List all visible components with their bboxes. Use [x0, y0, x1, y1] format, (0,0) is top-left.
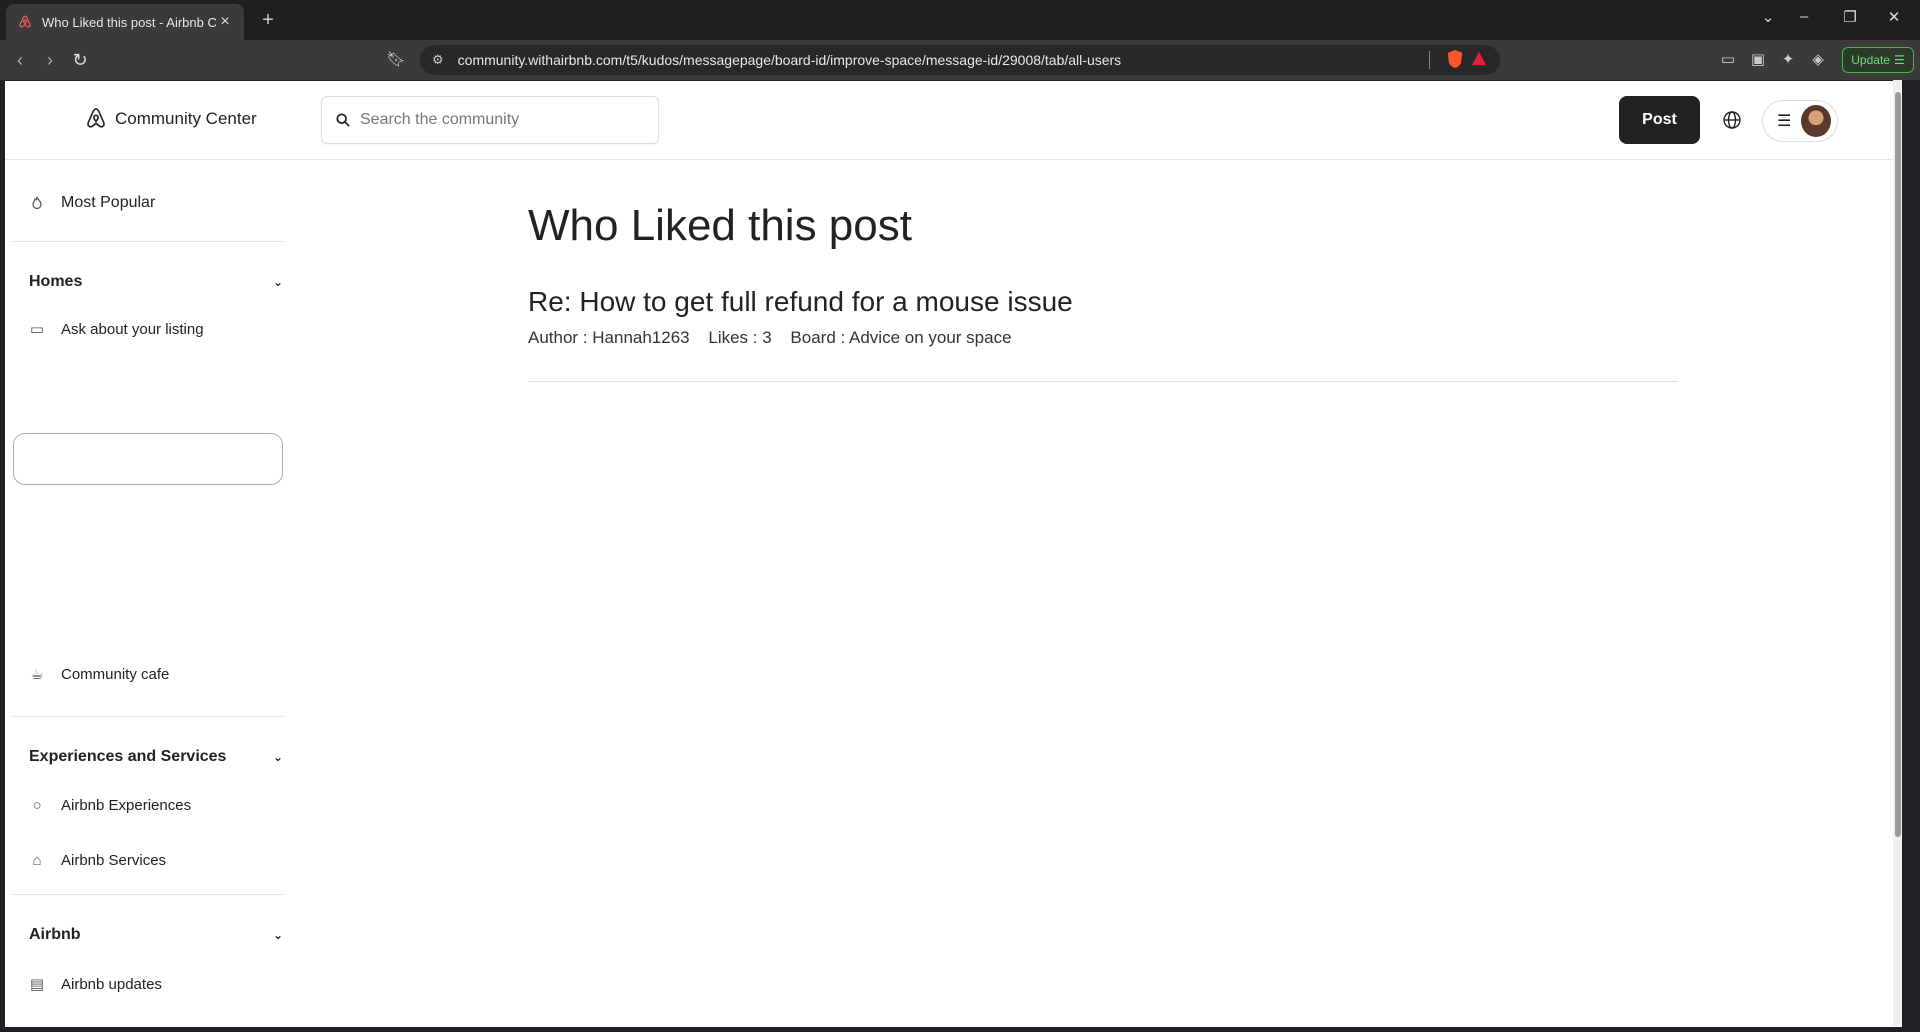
user-menu-button[interactable]: ☰: [1762, 100, 1838, 142]
page-scrollbar-thumb[interactable]: [1895, 92, 1901, 837]
post-meta: Author : Hannah1263 Likes : 3 Board : Ad…: [528, 328, 1026, 348]
sidebar-section-airbnb[interactable]: Airbnb ⌄: [29, 920, 283, 950]
sidebar-divider: [13, 716, 283, 717]
divider: [1429, 51, 1430, 69]
site-settings-icon[interactable]: ⚙︎: [432, 52, 444, 68]
sidebar-item-airbnb-updates[interactable]: ▤ Airbnb updates: [13, 958, 283, 1010]
sidebar-toggle-icon[interactable]: ▭: [1718, 50, 1738, 70]
likes-count: Likes : 3: [708, 328, 772, 347]
browser-tab[interactable]: Who Liked this post - Airbnb Co ×: [6, 4, 244, 40]
browser-tabbar: Who Liked this post - Airbnb Co × + ⌄ – …: [0, 0, 1920, 40]
service-icon: ⌂: [32, 851, 42, 869]
sidebar-item-community-cafe[interactable]: ☕︎ Community cafe: [13, 648, 283, 700]
chevron-down-icon: ⌄: [272, 928, 283, 942]
flame-icon: [29, 195, 45, 211]
search-input[interactable]: Search the community: [321, 96, 659, 144]
sidebar-item-ask-listing[interactable]: ▭ Ask about your listing: [13, 303, 283, 355]
sidebar-section-experiences[interactable]: Experiences and Services ⌄: [29, 742, 283, 772]
new-tab-icon[interactable]: +: [256, 8, 280, 32]
sidebar-item-most-popular[interactable]: Most Popular: [13, 177, 283, 229]
back-icon[interactable]: ‹: [8, 48, 32, 72]
listing-icon: ▭: [29, 321, 45, 338]
balloon-icon: ○: [32, 796, 42, 814]
search-icon: [336, 113, 350, 127]
post-button[interactable]: Post: [1619, 96, 1700, 144]
bookmark-icon[interactable]: 🔖︎: [384, 48, 408, 72]
leo-ai-icon[interactable]: ✦: [1778, 50, 1798, 70]
sidebar-item-airbnb-experiences[interactable]: ○ Airbnb Experiences: [13, 779, 283, 831]
site-header: Community Center Search the community Po…: [5, 81, 1902, 160]
tab-search-icon[interactable]: ⌄: [1756, 8, 1780, 26]
menu-icon: ☰: [1893, 53, 1905, 67]
browser-toolbar: ‹ › ↻ 🔖︎ ⚙︎ community.withairbnb.com/t5/…: [0, 40, 1920, 80]
airbnb-logo-icon: [87, 108, 105, 128]
airbnb-favicon-icon: [16, 13, 34, 31]
sidebar-item-airbnb-services[interactable]: ⌂ Airbnb Services: [13, 834, 283, 886]
minimize-icon[interactable]: –: [1792, 8, 1816, 25]
avatar: [1801, 105, 1831, 137]
close-window-icon[interactable]: ✕: [1882, 8, 1906, 26]
tab-title: Who Liked this post - Airbnb Co: [42, 14, 216, 30]
news-icon: ▤: [29, 976, 45, 993]
brave-shield-icon[interactable]: [1440, 49, 1464, 72]
url-text: community.withairbnb.com/t5/kudos/messag…: [457, 52, 1122, 68]
wallet-icon[interactable]: ▣: [1748, 50, 1768, 70]
vpn-icon[interactable]: ◈: [1808, 50, 1828, 70]
post-title[interactable]: Re: How to get full refund for a mouse i…: [528, 286, 1073, 318]
address-bar[interactable]: ⚙︎ community.withairbnb.com/t5/kudos/mes…: [420, 45, 1500, 75]
chevron-down-icon: ⌄: [272, 275, 283, 289]
hamburger-icon: ☰: [1777, 113, 1792, 130]
update-button[interactable]: Update ☰: [1842, 47, 1914, 73]
sidebar-item-advice-space[interactable]: [13, 433, 283, 485]
brand-logo[interactable]: Community Center: [85, 107, 257, 131]
forward-icon[interactable]: ›: [38, 48, 62, 72]
coffee-icon: ☕︎: [30, 666, 44, 683]
author-label: Author : Hannah1263: [528, 328, 690, 347]
close-tab-icon[interactable]: ×: [216, 13, 234, 31]
reload-icon[interactable]: ↻: [68, 48, 92, 72]
globe-icon[interactable]: [1722, 110, 1742, 130]
chevron-down-icon: ⌄: [272, 750, 283, 764]
sidebar-section-homes[interactable]: Homes ⌄: [29, 267, 283, 297]
search-placeholder: Search the community: [360, 111, 520, 128]
brand-name: Community Center: [115, 109, 257, 128]
sidebar-divider: [13, 241, 283, 242]
sidebar-divider: [13, 894, 283, 895]
page-title: Who Liked this post: [528, 201, 912, 250]
sidebar: Most Popular Homes ⌄ ▭ Ask about your li…: [5, 161, 295, 1027]
page-viewport: Community Center Search the community Po…: [5, 81, 1902, 1027]
divider: [528, 381, 1678, 382]
restore-icon[interactable]: ❐: [1838, 8, 1862, 26]
board-label: Board : Advice on your space: [790, 328, 1012, 347]
brave-rewards-icon[interactable]: [1464, 49, 1488, 72]
